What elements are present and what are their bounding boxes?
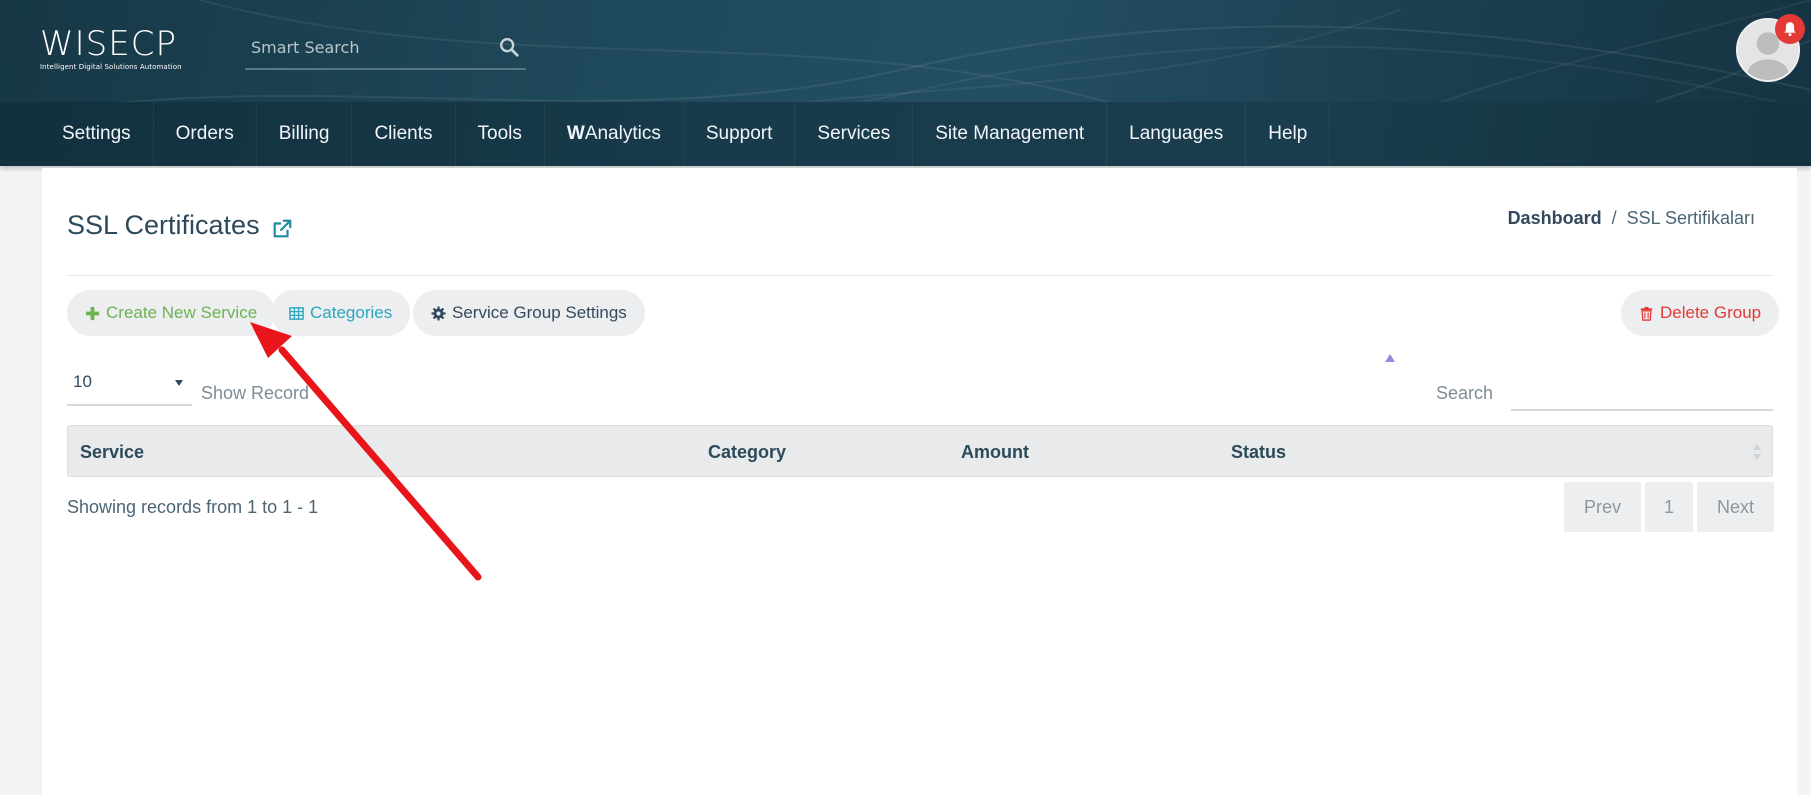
breadcrumb-dashboard-link[interactable]: Dashboard [1508,208,1602,229]
nav-item-settings[interactable]: Settings [40,102,154,166]
logo-text: WISECP [40,24,177,64]
nav-label: Settings [62,123,131,144]
categories-button[interactable]: Categories [271,290,411,336]
column-header-amount[interactable]: Amount [961,426,1029,478]
nav-label: Billing [278,123,330,144]
service-group-settings-button[interactable]: Service Group Settings [413,290,645,336]
nav-item-services[interactable]: Services [795,102,914,166]
nav-item-support[interactable]: Support [684,102,796,166]
sort-ascending-icon [1385,354,1395,362]
nav-label: Help [1268,123,1308,144]
pagination-next-button[interactable]: Next [1697,482,1774,532]
categories-label: Categories [310,303,393,322]
breadcrumb-current: SSL Sertifikaları [1626,208,1755,228]
nav-item-clients[interactable]: Clients [352,102,456,166]
records-info: Showing records from 1 to 1 - 1 [67,497,319,517]
nav-item-site-management[interactable]: Site Management [913,102,1108,166]
external-link-icon[interactable] [271,218,293,240]
notification-bell-icon[interactable] [1775,14,1805,44]
nav-item-billing[interactable]: Billing [257,102,353,166]
nav-item-orders[interactable]: Orders [154,102,257,166]
service-group-settings-label: Service Group Settings [452,303,627,322]
nav-label: Services [817,123,891,144]
pagination-prev-button[interactable]: Prev [1564,482,1641,532]
nav-item-tools[interactable]: Tools [456,102,545,166]
column-header-service[interactable]: Service [80,426,144,478]
top-header: WISECP Intelligent Digital Solutions Aut… [0,0,1811,102]
breadcrumb-separator: / [1611,208,1617,228]
breadcrumb: Dashboard / SSL Sertifikaları [1508,208,1755,229]
page-length-value: 10 [73,372,92,391]
create-new-service-button[interactable]: Create New Service [67,290,276,336]
nav-label: Site Management [935,123,1085,144]
nav-label: Tools [477,123,522,144]
column-header-actions[interactable] [1471,426,1771,478]
nav-item-languages[interactable]: Languages [1107,102,1247,166]
sort-both-icon [1753,444,1761,460]
show-record-label: Show Record [201,383,310,403]
nav-item-wanalytics[interactable]: W Analytics [545,102,684,166]
table-search-input[interactable] [1511,373,1773,411]
services-table-header: Service Category Amount Status [67,425,1773,477]
smart-search-input[interactable] [245,32,485,62]
main-navigation: Settings Orders Billing Clients Tools WA… [0,102,1811,166]
create-new-service-label: Create New Service [106,303,258,322]
table-icon [289,306,304,320]
title-divider [67,275,1772,276]
nav-menu: Settings Orders Billing Clients Tools WA… [40,102,1331,166]
trash-icon [1640,306,1653,321]
nav-item-help[interactable]: Help [1246,102,1331,166]
smart-search [245,28,526,70]
plus-icon [85,306,100,320]
page-length-select[interactable]: 10 [67,364,192,406]
page-title: SSL Certificates [67,210,260,240]
delete-group-label: Delete Group [1660,303,1762,322]
nav-label: Orders [175,123,234,144]
pagination-page-1[interactable]: 1 [1645,482,1693,532]
nav-label: Analytics [584,123,661,144]
delete-group-button[interactable]: Delete Group [1621,290,1780,336]
table-search-label: Search [1436,383,1494,403]
nav-label: Clients [374,123,433,144]
nav-label: Languages [1129,123,1224,144]
column-header-status[interactable]: Status [1231,426,1286,478]
nav-label: Support [705,123,773,144]
gear-icon [431,305,446,321]
search-icon[interactable] [498,36,520,58]
column-header-category[interactable]: Category [708,426,786,478]
caret-down-icon [175,380,183,386]
wisecp-logo[interactable]: WISECP Intelligent Digital Solutions Aut… [40,27,182,71]
nav-label-bold-prefix: W [566,123,585,144]
logo-tagline: Intelligent Digital Solutions Automation [40,63,182,71]
content-panel: SSL Certificates Dashboard / SSL Sertifi… [42,168,1797,795]
